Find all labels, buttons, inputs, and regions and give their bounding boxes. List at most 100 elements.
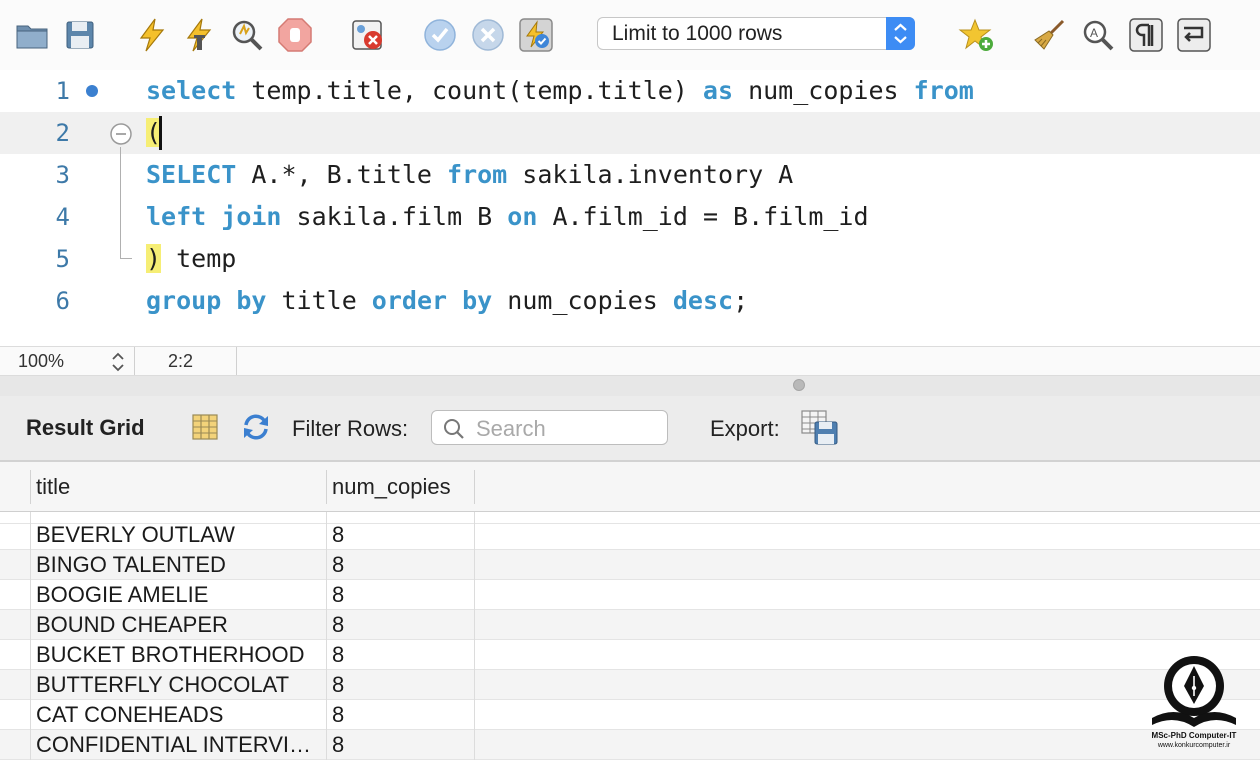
- code-token: sakila.film B: [281, 202, 508, 231]
- table-row[interactable]: BUCKET BROTHERHOOD 8: [0, 640, 1260, 670]
- wrap-lines-icon[interactable]: [1175, 16, 1213, 54]
- keyword: order: [371, 286, 448, 315]
- table-row[interactable]: BOOGIE AMELIE 8: [0, 580, 1260, 610]
- code-line[interactable]: 1 select temp.title, count(temp.title) a…: [0, 70, 1260, 112]
- editor-toolbar: Limit to 1000 rows A: [0, 0, 1260, 71]
- cell-num-copies[interactable]: 8: [332, 612, 344, 638]
- cell-title[interactable]: BUTTERFLY CHOCOLAT: [36, 672, 318, 698]
- filter-search-box[interactable]: [431, 410, 668, 445]
- panel-splitter[interactable]: [0, 376, 1260, 396]
- commit-check-icon[interactable]: [421, 16, 459, 54]
- stop-icon[interactable]: [276, 16, 314, 54]
- column-divider: [30, 470, 31, 504]
- grid-columns-icon[interactable]: [190, 412, 220, 442]
- cell-title[interactable]: BUCKET BROTHERHOOD: [36, 642, 318, 668]
- table-row[interactable]: BINGO TALENTED 8: [0, 550, 1260, 580]
- keyword: desc: [672, 286, 734, 315]
- cell-title[interactable]: BOUND CHEAPER: [36, 612, 318, 638]
- cell-title[interactable]: CAT CONEHEADS: [36, 702, 318, 728]
- pen-book-logo-icon: [1152, 656, 1236, 727]
- table-row[interactable]: BOUND CHEAPER 8: [0, 610, 1260, 640]
- cell-num-copies[interactable]: 8: [332, 552, 344, 578]
- toggle-error-icon[interactable]: [349, 16, 387, 54]
- keyword: group: [146, 286, 222, 315]
- code-line-current[interactable]: 2 (: [0, 112, 1260, 154]
- column-header-title[interactable]: title: [36, 474, 70, 500]
- cell-title[interactable]: BINGO TALENTED: [36, 552, 318, 578]
- code-text: SELECT A.*, B.title from sakila.inventor…: [146, 154, 793, 196]
- find-icon[interactable]: A: [1079, 16, 1117, 54]
- line-number: 3: [55, 161, 70, 189]
- cell-title[interactable]: CONFIDENTIAL INTERVI…: [36, 732, 318, 758]
- explain-magnifier-icon[interactable]: [228, 16, 266, 54]
- column-header-num-copies[interactable]: num_copies: [332, 474, 451, 500]
- cell-num-copies[interactable]: 8: [332, 522, 344, 548]
- code-token: temp.title, count(temp.title): [236, 76, 703, 105]
- watermark-logo: MSc-PhD Computer-IT www.konkurcomputer.i…: [1148, 652, 1240, 760]
- table-row[interactable]: BEVERLY OUTLAW 8: [0, 520, 1260, 550]
- rollback-x-icon[interactable]: [469, 16, 507, 54]
- line-number: 4: [55, 203, 70, 231]
- export-icon[interactable]: [801, 410, 839, 446]
- sql-editor[interactable]: 1 select temp.title, count(temp.title) a…: [0, 70, 1260, 346]
- cell-num-copies[interactable]: 8: [332, 702, 344, 728]
- select-arrows-icon: [886, 17, 915, 50]
- snippet-star-icon[interactable]: [958, 16, 996, 54]
- watermark-line2: www.konkurcomputer.ir: [1157, 742, 1231, 749]
- column-divider[interactable]: [474, 470, 475, 504]
- table-row[interactable]: BUTTERFLY CHOCOLAT 8: [0, 670, 1260, 700]
- code-token: temp: [161, 244, 237, 273]
- keyword: by: [236, 286, 267, 315]
- code-line[interactable]: 6 group by title order by num_copies des…: [0, 280, 1260, 322]
- save-icon[interactable]: [61, 16, 99, 54]
- editor-status-bar: 100% 2:2: [0, 346, 1260, 376]
- keyword: join: [221, 202, 282, 231]
- cell-title[interactable]: BOOGIE AMELIE: [36, 582, 318, 608]
- refresh-icon[interactable]: [241, 412, 271, 442]
- fold-collapse-icon[interactable]: [109, 122, 133, 146]
- cell-num-copies[interactable]: 8: [332, 642, 344, 668]
- cell-num-copies[interactable]: 8: [332, 732, 344, 758]
- code-token: num_copies: [492, 286, 673, 315]
- table-row[interactable]: CONFIDENTIAL INTERVI… 8: [0, 730, 1260, 760]
- bracket-match: ): [146, 244, 162, 273]
- splitter-handle[interactable]: [793, 379, 805, 391]
- cursor-position: 2:2: [168, 351, 194, 371]
- invisible-chars-icon[interactable]: [1127, 16, 1165, 54]
- grid-header: title num_copies: [0, 462, 1260, 512]
- line-number: 1: [55, 77, 70, 105]
- keyword: on: [507, 202, 538, 231]
- keyword: as: [702, 76, 734, 105]
- code-line[interactable]: 5 ) temp: [0, 238, 1260, 280]
- zoom-level: 100%: [18, 351, 65, 371]
- search-icon: [444, 419, 464, 439]
- code-text: left join sakila.film B on A.film_id = B…: [146, 196, 869, 238]
- keyword: SELECT: [146, 160, 237, 189]
- cell-num-copies[interactable]: 8: [332, 672, 344, 698]
- keyword: from: [913, 76, 974, 105]
- result-grid-title: Result Grid: [26, 415, 145, 440]
- search-input[interactable]: [474, 413, 663, 444]
- cell-num-copies[interactable]: 8: [332, 582, 344, 608]
- zoom-stepper-icon[interactable]: [108, 350, 128, 374]
- code-token: ;: [733, 286, 749, 315]
- statement-marker-icon: [86, 85, 98, 97]
- execute-current-lightning-icon[interactable]: [180, 16, 218, 54]
- limit-rows-value: Limit to 1000 rows: [612, 22, 783, 45]
- column-divider[interactable]: [326, 470, 327, 504]
- keyword: by: [462, 286, 493, 315]
- table-row[interactable]: CAT CONEHEADS 8: [0, 700, 1260, 730]
- autocommit-icon[interactable]: [517, 16, 555, 54]
- code-token: sakila.inventory A: [507, 160, 794, 189]
- status-divider: [134, 347, 135, 375]
- limit-rows-select[interactable]: Limit to 1000 rows: [597, 17, 915, 50]
- execute-lightning-icon[interactable]: [133, 16, 171, 54]
- beautify-broom-icon[interactable]: [1030, 16, 1068, 54]
- result-grid[interactable]: title num_copies BEVERLY OUTLAW 8 BINGO …: [0, 462, 1260, 764]
- cell-title[interactable]: BEVERLY OUTLAW: [36, 522, 318, 548]
- open-folder-icon[interactable]: [13, 16, 51, 54]
- code-line[interactable]: 3 SELECT A.*, B.title from sakila.invent…: [0, 154, 1260, 196]
- line-number: 5: [55, 245, 70, 273]
- code-line[interactable]: 4 left join sakila.film B on A.film_id =…: [0, 196, 1260, 238]
